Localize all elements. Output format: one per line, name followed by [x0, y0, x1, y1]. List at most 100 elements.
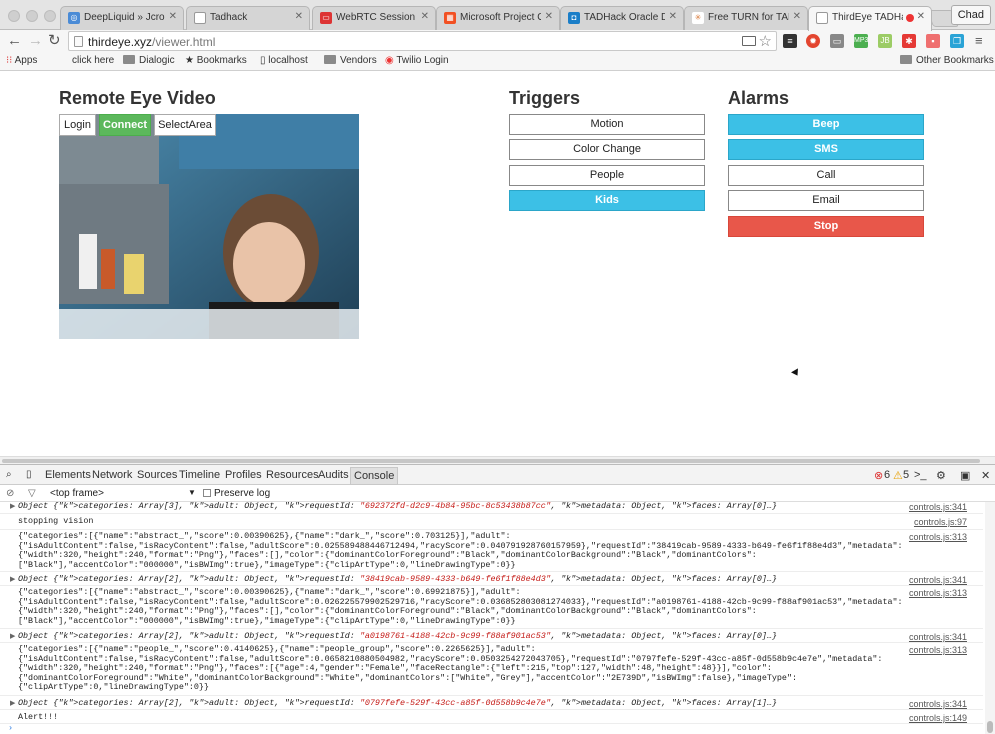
close-window-icon[interactable]: [8, 10, 20, 22]
browser-tab[interactable]: ▦ Microsoft Project Ox ✕: [436, 6, 560, 30]
remote-video[interactable]: [59, 114, 359, 339]
mp3-extension-icon[interactable]: MP3: [854, 34, 868, 48]
reload-icon[interactable]: ↻: [48, 32, 61, 50]
expand-arrow-icon[interactable]: ▶: [10, 699, 15, 708]
bookmark-link[interactable]: ◉ Twilio Login: [385, 55, 449, 66]
browser-tab[interactable]: ▭ WebRTC Session Co ✕: [312, 6, 436, 30]
select-area-button[interactable]: SelectArea: [154, 114, 216, 136]
log-source-link[interactable]: controls.js:341: [909, 632, 967, 642]
tab-profiles[interactable]: Profiles: [225, 469, 262, 481]
apps-shortcut[interactable]: ⁝⁝ Apps: [6, 55, 37, 66]
tab-network[interactable]: Network: [92, 469, 132, 481]
menu-icon[interactable]: ≡: [975, 32, 983, 50]
warning-icon[interactable]: ⚠: [893, 469, 903, 482]
log-row[interactable]: {"categories":[{"name":"people_","score"…: [0, 643, 983, 696]
log-row[interactable]: Alert!!! controls.js:149: [0, 710, 983, 724]
screen-extension-icon[interactable]: ❐: [950, 34, 964, 48]
console-vertical-scrollbar[interactable]: [985, 502, 995, 734]
profile-button[interactable]: Chad: [950, 5, 991, 25]
inspect-search-icon[interactable]: ⌕: [6, 469, 12, 480]
console-drawer-icon[interactable]: >_: [914, 469, 927, 481]
alarm-beep-button[interactable]: Beep: [728, 114, 924, 135]
tab-timeline[interactable]: Timeline: [179, 469, 220, 481]
bookmark-star-icon[interactable]: ☆: [759, 32, 772, 50]
tab-elements[interactable]: Elements: [45, 469, 91, 481]
settings-gear-icon[interactable]: ⚙: [936, 469, 946, 482]
log-row[interactable]: ▶ Object {"k">categories: Array[3], "k">…: [0, 502, 983, 514]
scrollbar-thumb[interactable]: [987, 721, 993, 733]
back-arrow-icon[interactable]: ←: [7, 32, 22, 50]
log-source-link[interactable]: controls.js:313: [909, 588, 967, 598]
login-button[interactable]: Login: [59, 114, 96, 136]
device-mode-icon[interactable]: ▯: [26, 469, 32, 480]
close-tab-icon[interactable]: ✕: [669, 11, 677, 22]
expand-arrow-icon[interactable]: ▶: [10, 632, 15, 641]
filter-icon[interactable]: ▽: [28, 488, 36, 499]
camera-in-use-icon[interactable]: [742, 36, 756, 46]
other-bookmarks-folder[interactable]: Other Bookmarks: [900, 55, 994, 66]
lastpass-extension-icon[interactable]: ✱: [902, 34, 916, 48]
close-tab-icon[interactable]: ✕: [295, 11, 303, 22]
expand-arrow-icon[interactable]: ▶: [10, 575, 15, 584]
log-source-link[interactable]: controls.js:341: [909, 502, 967, 512]
frame-select[interactable]: <top frame>: [50, 488, 104, 499]
error-count[interactable]: 6: [884, 469, 890, 481]
forward-arrow-icon[interactable]: →: [28, 32, 43, 50]
trigger-color-change-button[interactable]: Color Change: [509, 139, 705, 160]
log-source-link[interactable]: controls.js:313: [909, 645, 967, 655]
close-tab-icon[interactable]: ✕: [421, 11, 429, 22]
bookmark-link[interactable]: ★ Bookmarks: [185, 55, 247, 66]
tab-resources[interactable]: Resources: [266, 469, 319, 481]
zoom-window-icon[interactable]: [44, 10, 56, 22]
alarm-email-button[interactable]: Email: [728, 190, 924, 211]
tab-audits[interactable]: Audits: [318, 469, 349, 481]
browser-tab[interactable]: ✳ Free TURN for TADHa ✕: [684, 6, 808, 30]
tab-sources[interactable]: Sources: [137, 469, 177, 481]
log-row[interactable]: ▶ Object {"k">categories: Array[2], "k">…: [0, 629, 983, 643]
scrollbar-thumb[interactable]: [2, 459, 980, 463]
record-extension-icon[interactable]: ▪: [926, 34, 940, 48]
log-row[interactable]: ▶ Object {"k">categories: Array[2], "k">…: [0, 572, 983, 586]
warning-count[interactable]: 5: [903, 469, 909, 481]
log-source-link[interactable]: controls.js:341: [909, 575, 967, 585]
log-source-link[interactable]: controls.js:149: [909, 713, 967, 723]
log-row[interactable]: stopping vision controls.js:97: [0, 514, 983, 530]
bookmark-folder[interactable]: Dialogic: [123, 55, 175, 66]
buffer-extension-icon[interactable]: ≡: [783, 34, 797, 48]
browser-tab[interactable]: ◘ TADHack Oracle Dev ✕: [560, 6, 684, 30]
log-row[interactable]: ▶ Object {"k">categories: Array[2], "k">…: [0, 696, 983, 710]
cast-icon[interactable]: ▭: [830, 34, 844, 48]
log-row[interactable]: {"categories":[{"name":"abstract_","scor…: [0, 586, 983, 629]
tab-console[interactable]: Console: [350, 467, 399, 485]
close-tab-icon[interactable]: ✕: [169, 11, 177, 22]
console-prompt[interactable]: ›: [0, 723, 983, 734]
connect-button[interactable]: Connect: [99, 114, 151, 136]
page-horizontal-scrollbar[interactable]: [0, 456, 995, 464]
browser-tab[interactable]: Tadhack ✕: [186, 6, 310, 30]
address-bar[interactable]: thirdeye.xyz/viewer.html ☆: [68, 31, 777, 51]
log-row[interactable]: {"categories":[{"name":"abstract_","scor…: [0, 530, 983, 572]
close-devtools-icon[interactable]: ✕: [981, 469, 990, 482]
bookmark-link[interactable]: click here: [72, 55, 114, 66]
browser-tab-active[interactable]: ThirdEye TADHack ✕: [808, 6, 932, 31]
bookmark-link[interactable]: ▯ localhost: [260, 55, 308, 66]
trigger-people-button[interactable]: People: [509, 165, 705, 186]
preserve-log-checkbox[interactable]: [203, 489, 211, 497]
error-icon[interactable]: ⊗: [874, 469, 883, 482]
close-tab-icon[interactable]: ✕: [545, 11, 553, 22]
clear-console-icon[interactable]: ⊘: [6, 488, 14, 499]
trigger-motion-button[interactable]: Motion: [509, 114, 705, 135]
jb-extension-icon[interactable]: JB: [878, 34, 892, 48]
frame-dropdown-arrow-icon[interactable]: ▼: [188, 488, 196, 497]
close-tab-icon[interactable]: ✕: [917, 11, 925, 22]
log-source-link[interactable]: controls.js:341: [909, 699, 967, 709]
alarm-call-button[interactable]: Call: [728, 165, 924, 186]
dock-side-icon[interactable]: ▣: [960, 469, 970, 482]
log-source-link[interactable]: controls.js:313: [909, 532, 967, 542]
page-info-icon[interactable]: [74, 36, 83, 47]
trigger-kids-button[interactable]: Kids: [509, 190, 705, 211]
bookmark-folder[interactable]: Vendors: [324, 55, 377, 66]
gear-extension-icon[interactable]: ✹: [806, 34, 820, 48]
alarm-stop-button[interactable]: Stop: [728, 216, 924, 237]
log-source-link[interactable]: controls.js:97: [914, 517, 967, 527]
